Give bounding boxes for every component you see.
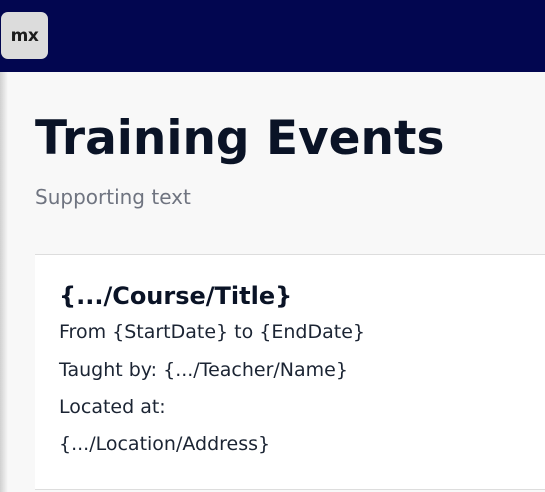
top-navigation-bar: mx xyxy=(0,0,545,72)
teacher-name: Taught by: {.../Teacher/Name} xyxy=(59,359,348,381)
main-content: Training Events Supporting text {.../Cou… xyxy=(0,72,545,492)
course-title: {.../Course/Title} xyxy=(59,282,293,310)
location-address: {.../Location/Address} xyxy=(59,433,271,455)
logo-text: mx xyxy=(10,25,39,46)
event-dates: From {StartDate} to {EndDate} xyxy=(59,321,365,343)
location-label: Located at: xyxy=(59,396,166,418)
sidebar-edge-shadow xyxy=(0,72,8,492)
training-event-card: {.../Course/Title} From {StartDate} to {… xyxy=(35,254,545,490)
mx-logo-icon[interactable]: mx xyxy=(1,12,48,59)
page-title: Training Events xyxy=(35,111,445,166)
supporting-text: Supporting text xyxy=(35,185,191,209)
